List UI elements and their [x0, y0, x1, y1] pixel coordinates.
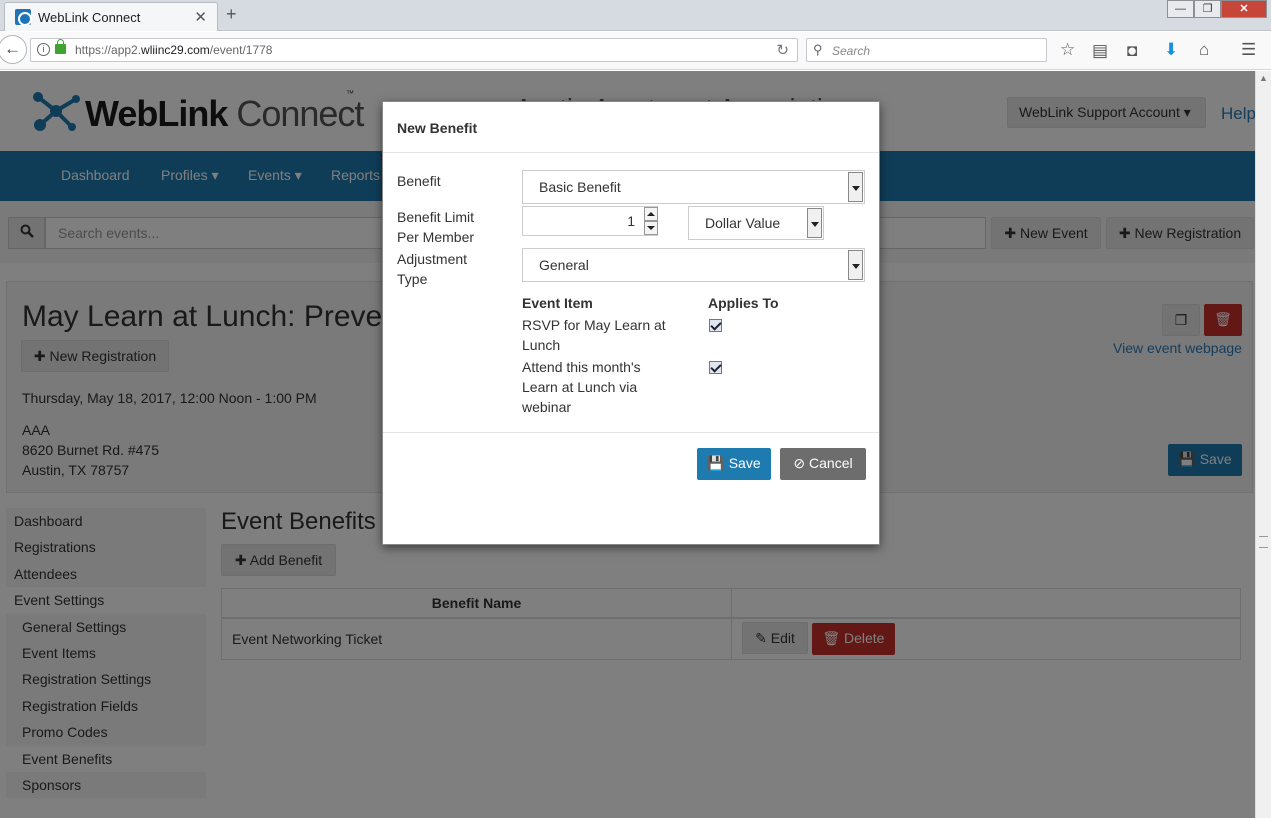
window-controls: — ❐ ✕	[1167, 0, 1267, 19]
limit-number-input[interactable]: 1	[522, 206, 658, 236]
page-scrollbar[interactable]: ▲	[1255, 71, 1271, 818]
save-button[interactable]: 💾 Save	[697, 448, 771, 480]
event-item-column-header: Event Item	[522, 295, 593, 311]
restore-icon[interactable]: ❐	[1194, 0, 1221, 18]
ban-icon: ⊘	[793, 455, 806, 471]
event-item-label: Attend this month's Learn at Lunch via w…	[522, 359, 641, 415]
limit-label: Benefit Limit Per Member	[397, 209, 475, 245]
url-text: https://app2.wliinc29.com/event/1778	[75, 43, 273, 57]
search-placeholder: Search	[832, 44, 871, 58]
chevron-down-icon	[848, 172, 863, 202]
stepper-up-icon[interactable]	[644, 207, 658, 221]
applies-to-column-header: Applies To	[708, 295, 779, 311]
lock-icon	[55, 39, 66, 54]
applies-to-checkbox[interactable]	[709, 361, 722, 374]
search-icon: ⚲	[813, 42, 823, 57]
address-bar[interactable]: i https://app2.wliinc29.com/event/1778 ↻	[30, 38, 798, 62]
limit-type-select[interactable]: Dollar Value	[688, 206, 824, 240]
scroll-up-icon[interactable]: ▲	[1259, 73, 1268, 83]
back-icon[interactable]: ←	[0, 35, 27, 64]
adjustment-label: Adjustment Type	[397, 251, 468, 287]
tab-title: WebLink Connect	[38, 10, 141, 25]
bookmark-star-icon[interactable]: ☆	[1060, 40, 1075, 60]
close-tab-icon[interactable]: ✕	[194, 8, 207, 26]
new-tab-icon[interactable]: +	[226, 4, 237, 25]
home-icon[interactable]: ⌂	[1199, 40, 1209, 60]
browser-tab-strip: WebLink Connect ✕ + — ❐ ✕	[0, 0, 1271, 31]
reading-list-icon[interactable]: ▤	[1092, 41, 1108, 61]
modal-header: New Benefit	[383, 102, 879, 153]
cancel-button[interactable]: ⊘ Cancel	[780, 448, 866, 480]
benefit-label: Benefit	[397, 173, 441, 189]
close-window-icon[interactable]: ✕	[1221, 0, 1267, 18]
chevron-down-icon	[807, 208, 822, 238]
chevron-down-icon	[848, 250, 863, 280]
modal-title: New Benefit	[397, 120, 478, 136]
downloads-icon[interactable]: ⬇	[1164, 40, 1178, 60]
reload-icon[interactable]: ↻	[776, 41, 789, 59]
minimize-icon[interactable]: —	[1167, 0, 1194, 18]
benefit-select[interactable]: Basic Benefit	[522, 170, 865, 204]
menu-icon[interactable]: ☰	[1241, 40, 1256, 60]
browser-tab[interactable]: WebLink Connect ✕	[4, 2, 218, 31]
browser-search-input[interactable]: ⚲ Search	[806, 38, 1047, 62]
scroll-thumb[interactable]	[1259, 536, 1268, 548]
weblink-favicon-icon	[15, 9, 32, 26]
modal-footer	[383, 432, 879, 433]
pocket-icon[interactable]: ◘	[1127, 41, 1137, 61]
limit-stepper[interactable]	[644, 207, 658, 235]
adjustment-type-select[interactable]: General	[522, 248, 865, 282]
event-item-label: RSVP for May Learn at Lunch	[522, 317, 666, 353]
floppy-icon: 💾	[707, 455, 725, 471]
new-benefit-modal: New Benefit Benefit Basic Benefit Benefi…	[382, 101, 880, 545]
info-icon[interactable]: i	[37, 43, 50, 56]
stepper-down-icon[interactable]	[644, 221, 658, 235]
browser-toolbar: ← i https://app2.wliinc29.com/event/1778…	[0, 32, 1271, 70]
applies-to-checkbox[interactable]	[709, 319, 722, 332]
